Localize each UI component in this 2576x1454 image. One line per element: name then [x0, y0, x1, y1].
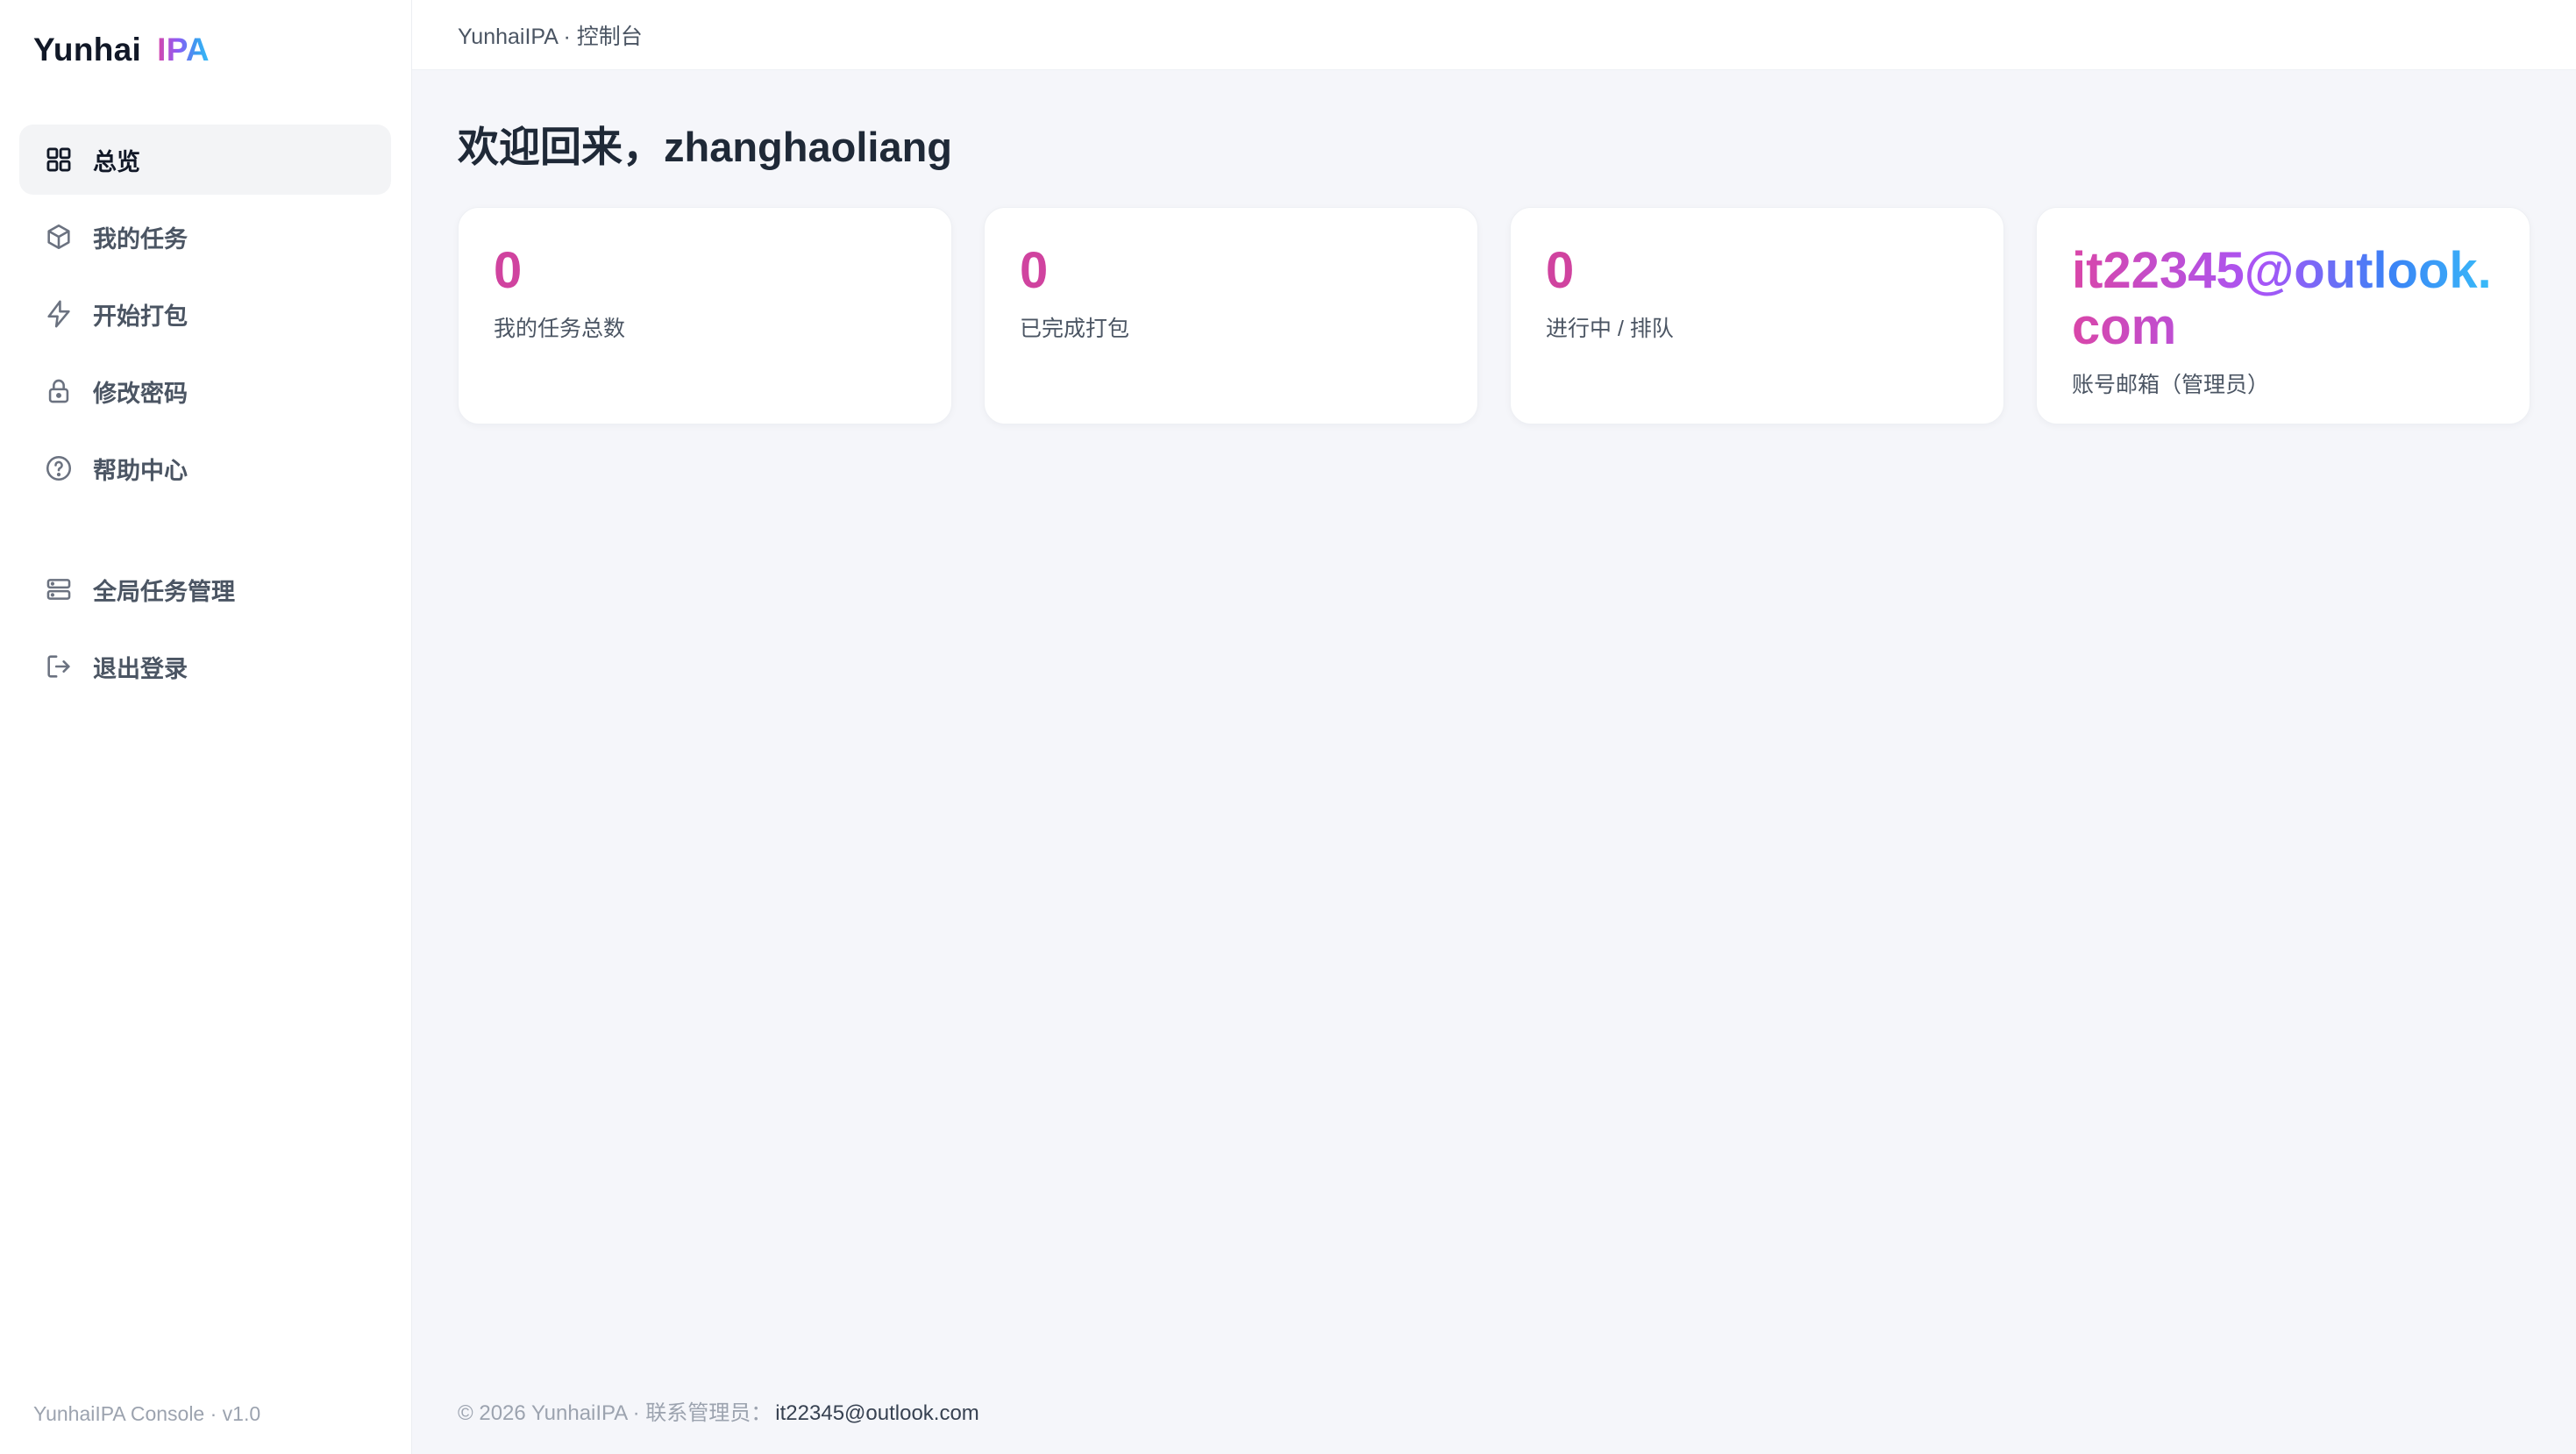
sidebar-item-logout[interactable]: 退出登录 — [19, 631, 391, 702]
stat-label: 进行中 / 排队 — [1546, 317, 1674, 341]
sidebar-item-start-build[interactable]: 开始打包 — [19, 279, 391, 349]
sidebar-item-global-tasks[interactable]: 全局任务管理 — [19, 554, 391, 624]
stat-label: 账号邮箱（管理员） — [2072, 373, 2270, 397]
page-footer: © 2026 YunhaiIPA · 联系管理员： it22345@outlook… — [458, 1395, 979, 1426]
logout-icon — [44, 652, 74, 681]
box-icon — [44, 222, 74, 252]
page-title: 欢迎回来，zhanghaoliang — [458, 123, 952, 170]
sidebar-item-my-tasks[interactable]: 我的任务 — [19, 202, 391, 272]
main-area: YunhaiIPA · 控制台 欢迎回来，zhanghaoliang 0 我的任… — [412, 0, 2576, 1454]
sidebar-item-overview[interactable]: 总览 — [19, 125, 391, 195]
stat-label: 我的任务总数 — [494, 317, 626, 341]
sidebar-item-label: 退出登录 — [93, 655, 188, 682]
help-circle-icon — [44, 453, 74, 483]
sidebar-item-label: 修改密码 — [93, 380, 188, 407]
account-email-value: it22345@outlook.com — [2072, 243, 2494, 355]
sidebar-version: YunhaiIPA Console · v1.0 — [33, 1402, 261, 1425]
sidebar-item-label: 帮助中心 — [93, 457, 188, 484]
grid-icon — [44, 145, 74, 175]
brand-accent-text: IPA — [157, 32, 210, 68]
stat-value: 0 — [1020, 242, 1049, 299]
server-icon — [44, 574, 74, 604]
brand-main-text: Yunhai — [33, 32, 142, 68]
footer-admin-email[interactable]: it22345@outlook.com — [775, 1401, 979, 1425]
sidebar-item-label: 总览 — [93, 148, 140, 175]
sidebar-nav: 总览 我的任务 开始打包 修改密码 帮助中心 全局任务管理 退出登录 — [19, 125, 391, 709]
sidebar-item-change-password[interactable]: 修改密码 — [19, 356, 391, 426]
lightning-icon — [44, 299, 74, 329]
sidebar-item-help-center[interactable]: 帮助中心 — [19, 433, 391, 503]
stat-card-completed: 0 已完成打包 — [984, 207, 1478, 424]
stat-value: 0 — [494, 242, 523, 299]
footer-text: © 2026 YunhaiIPA · 联系管理员： — [458, 1401, 772, 1425]
brand-logo[interactable]: Yunhai IPA — [33, 32, 210, 68]
stat-label: 已完成打包 — [1020, 317, 1130, 341]
breadcrumb: YunhaiIPA · 控制台 — [458, 24, 643, 49]
stat-card-in-progress: 0 进行中 / 排队 — [1510, 207, 2004, 424]
sidebar-item-label: 开始打包 — [93, 303, 188, 330]
dashboard-content: 欢迎回来，zhanghaoliang 0 我的任务总数 0 已完成打包 0 进行… — [412, 70, 2576, 424]
stat-card-total-tasks: 0 我的任务总数 — [458, 207, 952, 424]
nav-divider-space — [19, 510, 391, 554]
sidebar-item-label: 全局任务管理 — [93, 578, 235, 605]
sidebar-item-label: 我的任务 — [93, 225, 188, 253]
topbar: YunhaiIPA · 控制台 — [412, 0, 2576, 70]
sidebar: Yunhai IPA 总览 我的任务 开始打包 修改密码 帮助中心 全局任务管理… — [0, 0, 412, 1454]
lock-icon — [44, 376, 74, 406]
stat-card-account-email: it22345@outlook.com 账号邮箱（管理员） — [2036, 207, 2530, 424]
app-root: Yunhai IPA 总览 我的任务 开始打包 修改密码 帮助中心 全局任务管理… — [0, 0, 2576, 1454]
stats-cards: 0 我的任务总数 0 已完成打包 0 进行中 / 排队 it22345@outl… — [458, 207, 2530, 424]
stat-value: 0 — [1546, 242, 1575, 299]
